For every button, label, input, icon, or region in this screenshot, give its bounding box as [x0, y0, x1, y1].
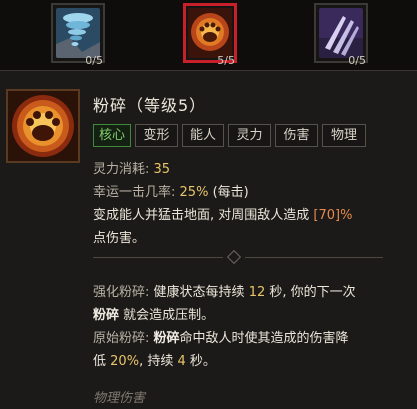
primal-percent: 20%: [110, 354, 140, 369]
primal-label: 原始粉碎:: [93, 331, 150, 346]
enhancement-text: 就会造成压制。: [123, 308, 215, 323]
skill-title: 粉碎（等级5）: [93, 96, 207, 115]
damage-percent: [70]%: [313, 208, 353, 223]
cost-value: 35: [153, 162, 171, 177]
primal-text: , 持续: [139, 354, 174, 369]
divider-bar: [245, 257, 383, 258]
slot-rank: 5/5: [217, 54, 235, 67]
cost-label: 灵力消耗:: [93, 162, 150, 177]
divider-bar: [93, 257, 223, 258]
lucky-hit-line: 幸运一击几率: 25% (每击): [93, 181, 249, 200]
enhancement-text: 健康状态每持续: [153, 285, 245, 300]
section-divider: [93, 249, 383, 265]
tornado-icon: [56, 8, 100, 58]
damage-type-footer: 物理伤害: [93, 391, 146, 406]
primal-duration: 4: [177, 354, 186, 369]
skill-slot-claw[interactable]: 0/5: [314, 3, 368, 67]
lucky-hit-label: 幸运一击几率:: [93, 185, 176, 200]
claw-icon: [319, 8, 363, 58]
primal-line-1: 原始粉碎: 粉碎命中敌人时使其造成的伤害降: [93, 327, 349, 346]
tag-werebear: 能人: [182, 124, 224, 147]
enhancement-line-1: 强化粉碎: 健康状态每持续 12 秒, 你的下一次: [93, 281, 356, 300]
description-line-2: 点伤害。: [93, 227, 145, 246]
enhancement-text: 秒, 你的下一次: [269, 285, 356, 300]
tag-damage: 伤害: [275, 124, 318, 147]
enhancement-duration: 12: [248, 285, 266, 300]
diamond-icon: [226, 249, 242, 265]
skill-keyword: 粉碎: [93, 308, 120, 323]
enhancement-line-2: 粉碎 就会造成压制。: [93, 304, 214, 323]
lucky-hit-suffix: (每击): [212, 185, 249, 200]
enhancement-label: 强化粉碎:: [93, 285, 150, 300]
skill-keyword: 粉碎: [153, 331, 180, 346]
lucky-hit-value: 25%: [179, 185, 209, 200]
tag-spirit: 灵力: [228, 124, 271, 147]
skill-slot-pulverize[interactable]: 5/5: [183, 3, 237, 67]
slot-rank: 0/5: [348, 54, 366, 67]
description-line-1: 变成能人并猛击地面, 对周围敌人造成 [70]%: [93, 204, 352, 223]
skill-slot-tornado[interactable]: 0/5: [51, 3, 105, 67]
tag-shapeshift: 变形: [135, 124, 178, 147]
slot-rank: 0/5: [85, 54, 103, 67]
primal-line-2: 低 20%, 持续 4 秒。: [93, 350, 216, 369]
cost-line: 灵力消耗: 35: [93, 158, 170, 177]
description-text: 变成能人并猛击地面, 对周围敌人造成: [93, 208, 310, 223]
primal-text: 命中敌人时使其造成的伤害降: [179, 331, 349, 346]
bear-paw-icon: [6, 89, 80, 163]
tag-core: 核心: [93, 124, 131, 147]
skill-slot-row: 0/5 5/5 0/5: [0, 0, 417, 68]
primal-text: 低: [93, 354, 107, 369]
primal-text: 秒。: [189, 354, 216, 369]
skill-tooltip: 粉碎（等级5） 核心 变形 能人 灵力 伤害 物理 灵力消耗: 35 幸运一击几…: [0, 70, 417, 409]
tag-physical: 物理: [322, 124, 366, 147]
description-text: 点伤害。: [93, 231, 146, 246]
bear-paw-icon: [188, 8, 232, 58]
